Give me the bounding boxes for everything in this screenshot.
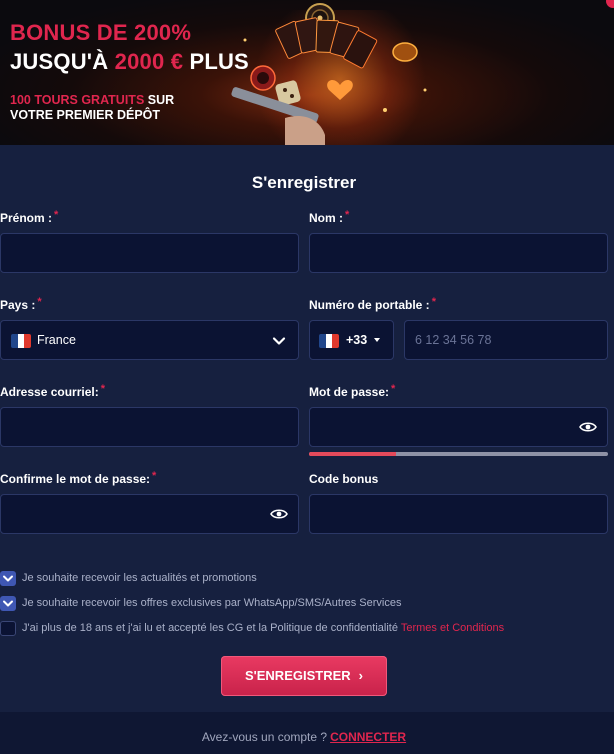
banner-corner-dot — [606, 0, 614, 8]
form-title: S'enregistrer — [251, 173, 357, 192]
required-mark: * — [431, 296, 436, 308]
banner-headline: BONUS DE 200% — [10, 20, 192, 45]
phone-input[interactable]: 6 12 34 56 78 — [404, 320, 608, 360]
login-prompt-text: Avez-vous un compte ? — [201, 730, 328, 744]
nom-input[interactable] — [309, 233, 608, 273]
bonus-code-input[interactable] — [309, 494, 608, 534]
prenom-input[interactable] — [0, 233, 299, 273]
required-mark: * — [54, 209, 59, 221]
country-code-select[interactable]: +33 — [309, 320, 394, 360]
register-button[interactable]: S'ENREGISTRER › — [221, 656, 387, 696]
pays-label-text: Pays : — [0, 298, 36, 312]
password-label-text: Mot de passe: — [309, 385, 390, 399]
portable-label-text: Numéro de portable : — [309, 298, 430, 312]
chevron-right-icon: › — [358, 668, 363, 683]
register-button-label: S'ENREGISTRER — [244, 668, 351, 683]
banner-free-spins-text: SUR — [147, 93, 175, 107]
required-mark: * — [345, 209, 350, 221]
banner-first-deposit-text: VOTRE PREMIER DÉPÔT — [10, 108, 161, 122]
pays-label: Pays : * — [0, 296, 42, 312]
banner-free-spins-highlight: 100 TOURS GRATUITS — [10, 93, 145, 107]
newsletter-label: Je souhaite recevoir les actualités et p… — [22, 572, 257, 584]
confirm-password-label-text: Confirme le mot de passe: — [0, 472, 151, 486]
required-mark: * — [391, 383, 396, 395]
banner-amount: 2000 € — [114, 49, 184, 74]
prenom-label: Prénom : * — [0, 209, 59, 225]
check-icon — [3, 575, 13, 582]
bonus-code-label: Code bonus — [309, 472, 378, 486]
flag-france-icon — [319, 334, 339, 348]
casino-artwork-image — [231, 3, 427, 145]
terms-checkbox[interactable] — [0, 621, 16, 636]
phone-placeholder: 6 12 34 56 78 — [415, 333, 492, 347]
login-link[interactable]: CONNECTER — [330, 730, 406, 744]
login-footer: Avez-vous un compte ? CONNECTER — [0, 712, 614, 754]
prenom-label-text: Prénom : — [0, 211, 53, 225]
confirm-password-input[interactable] — [0, 494, 299, 534]
password-input[interactable] — [309, 407, 608, 447]
pays-selected-value: France — [37, 333, 76, 347]
email-label: Adresse courriel: * — [0, 383, 105, 399]
terms-label-text: J'ai plus de 18 ans et j'ai lu et accept… — [22, 622, 398, 634]
chevron-down-icon — [272, 337, 286, 345]
nom-label: Nom : * — [309, 209, 350, 225]
confirm-password-label: Confirme le mot de passe: * — [0, 470, 157, 486]
email-input[interactable] — [0, 407, 299, 447]
pays-select[interactable]: France — [0, 320, 299, 360]
required-mark: * — [100, 383, 105, 395]
portable-label: Numéro de portable : * — [309, 296, 436, 312]
eye-icon[interactable] — [579, 420, 597, 434]
bonus-code-label-text: Code bonus — [309, 472, 379, 486]
email-label-text: Adresse courriel: — [0, 385, 99, 399]
flag-france-icon — [11, 334, 31, 348]
banner-free-spins: 100 TOURS GRATUITS SUR VOTRE PREMIER DÉP… — [10, 93, 174, 123]
required-mark: * — [37, 296, 42, 308]
password-strength-bar — [309, 452, 608, 456]
promo-banner[interactable]: BONUS DE 200% JUSQU'À 2000 € PLUS 100 TO… — [0, 0, 614, 145]
password-label: Mot de passe: * — [309, 383, 396, 399]
whatsapp-offers-label: Je souhaite recevoir les offres exclusiv… — [22, 597, 402, 609]
banner-subheadline-prefix: JUSQU'À — [10, 49, 109, 74]
password-strength-fill — [309, 452, 396, 456]
banner-subheadline-suffix: PLUS — [189, 49, 249, 74]
login-prompt: Avez-vous un compte ? CONNECTER — [0, 730, 608, 744]
newsletter-checkbox[interactable] — [0, 571, 16, 586]
banner-subheadline: JUSQU'À 2000 € PLUS — [10, 49, 249, 75]
nom-label-text: Nom : — [309, 211, 343, 225]
whatsapp-offers-checkbox[interactable] — [0, 596, 16, 611]
check-icon — [3, 600, 13, 607]
registration-form: S'enregistrer Prénom : * Nom : * Pays : * F… — [0, 145, 614, 712]
caret-down-icon — [374, 338, 380, 342]
terms-link[interactable]: Termes et Conditions — [401, 622, 504, 634]
terms-label: J'ai plus de 18 ans et j'ai lu et accept… — [22, 622, 504, 634]
country-code-value: +33 — [346, 333, 368, 347]
eye-icon[interactable] — [270, 507, 288, 521]
required-mark: * — [152, 470, 157, 482]
